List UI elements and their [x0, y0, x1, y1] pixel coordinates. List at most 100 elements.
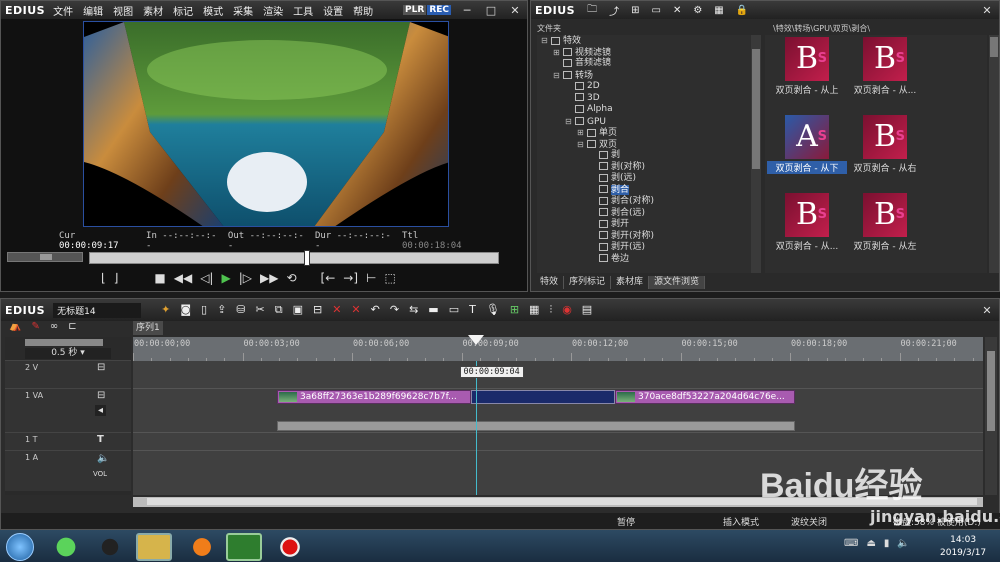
time-ruler[interactable]: 00:00:00;00 00:00:03;00 00:00:06;00 00:00:0… — [133, 335, 992, 361]
tree-item[interactable]: ⊞ 视频滤镜 — [537, 47, 751, 59]
sequence-tab[interactable]: 序列1 — [133, 321, 163, 335]
tree-item[interactable]: 卷边 — [537, 254, 751, 266]
insert-icon[interactable]: [← — [321, 271, 336, 285]
firefox-icon[interactable] — [184, 533, 220, 561]
tree-item[interactable]: 剥 — [537, 150, 751, 162]
grid-icon[interactable]: ▦ — [529, 303, 539, 317]
effect-item[interactable]: B S 双页剥合 - 从右 — [845, 115, 925, 174]
tree-item[interactable]: 2D — [537, 81, 751, 93]
tree-item[interactable]: 剥合(对称) — [537, 196, 751, 208]
cut-icon[interactable]: ✕ — [673, 5, 681, 16]
tree-item[interactable]: 3D — [537, 93, 751, 105]
loop-icon[interactable]: ⟲ — [286, 271, 296, 285]
copy-icon[interactable]: ⧉ — [275, 303, 283, 317]
output-icon[interactable]: ⬚ — [384, 271, 395, 285]
browser-icon[interactable] — [48, 533, 84, 561]
split-icon[interactable]: ⊢ — [366, 271, 376, 285]
qq-icon[interactable] — [92, 533, 128, 561]
delete-icon[interactable]: ✕ — [332, 303, 341, 317]
paste-icon[interactable]: ▣ — [293, 303, 303, 317]
tree-item[interactable]: 剥合(远) — [537, 208, 751, 220]
step-back-icon[interactable]: ◁| — [200, 271, 213, 285]
start-button[interactable] — [6, 533, 34, 561]
rec-button[interactable]: REC — [427, 5, 451, 15]
render-icon[interactable]: ⊞ — [510, 303, 519, 317]
mixer-icon[interactable]: ⫶ — [549, 303, 552, 317]
trim-icon[interactable]: ⇆ — [409, 303, 418, 317]
track-1t[interactable]: 1 T T — [5, 433, 131, 451]
expand-icon[interactable]: ⊞ — [577, 127, 585, 139]
menu-item[interactable]: 帮助 — [353, 7, 373, 18]
menu-item[interactable]: 采集 — [233, 7, 253, 18]
save-icon[interactable]: ⛁ — [236, 303, 245, 317]
explorer-icon[interactable] — [136, 533, 172, 561]
lane-1va[interactable]: 3a68ff27363e1b289f69628c7b7f... 370ace8d… — [133, 389, 983, 433]
menu-item[interactable]: 编辑 — [83, 7, 103, 18]
effect-item[interactable]: A S 双页剥合 - 从下 — [767, 115, 847, 174]
transition-icon[interactable]: ▬ — [428, 303, 438, 317]
lane-2v[interactable] — [133, 361, 983, 389]
tree-item[interactable]: 剥(远) — [537, 173, 751, 185]
tree-item[interactable]: ⊟ 双页 — [537, 139, 751, 151]
effect-item[interactable]: B S 双页剥合 - 从... — [845, 37, 925, 96]
lane-1t[interactable] — [133, 433, 983, 451]
network-icon[interactable]: ▮ — [884, 538, 890, 549]
tree-item[interactable]: ⊟ 转场 — [537, 70, 751, 82]
add-clip-icon[interactable]: ⊞ — [631, 5, 639, 16]
transition-clip[interactable] — [471, 390, 615, 404]
scrub-bar[interactable] — [89, 250, 499, 266]
folder-icon[interactable]: 🗀 — [587, 2, 597, 19]
tree-scrollbar[interactable] — [751, 35, 761, 273]
tree-item[interactable]: 剥开(对称) — [537, 231, 751, 243]
menu-item[interactable]: 模式 — [203, 7, 223, 18]
tree-item[interactable]: 剥合 — [537, 184, 751, 197]
menu-item[interactable]: 视图 — [113, 7, 133, 18]
tree-item[interactable]: 剥开 — [537, 219, 751, 231]
tree-item[interactable]: 音频滤镜 — [537, 58, 751, 70]
tree-item[interactable]: ⊟ GPU — [537, 116, 751, 128]
maximize-icon[interactable]: □ — [483, 3, 499, 17]
new-project-icon[interactable]: ▯ — [201, 303, 207, 317]
effect-item[interactable]: B S 双页剥合 - 从左 — [845, 193, 925, 252]
menu-item[interactable]: 标记 — [173, 7, 193, 18]
zoom-select[interactable]: 0.5 秒 ▾ — [25, 348, 111, 359]
open-icon[interactable]: ⇪ — [217, 303, 226, 317]
menu-item[interactable]: 渲染 — [263, 7, 283, 18]
redo-icon[interactable]: ↷ — [390, 303, 399, 317]
timeline-cursor[interactable] — [475, 361, 477, 495]
properties-icon[interactable]: ⚙ — [693, 5, 702, 16]
clock[interactable]: 14:03 2019/3/17 — [940, 534, 986, 560]
sync-icon[interactable]: ✎ — [31, 321, 39, 335]
plr-button[interactable]: PLR — [403, 5, 427, 15]
video-clip[interactable]: 370ace8df53227a204d64c76e... — [615, 390, 795, 404]
menu-item[interactable]: 素材 — [143, 7, 163, 18]
bin-tab[interactable]: 源文件浏览 — [649, 276, 706, 289]
menu-item[interactable]: 设置 — [323, 7, 343, 18]
view-icon[interactable]: ▦ — [714, 5, 723, 16]
collapse-icon[interactable]: ⊟ — [565, 116, 573, 128]
ruler-playhead[interactable] — [467, 335, 484, 345]
stop-icon[interactable]: ■ — [154, 271, 165, 285]
effect-item[interactable]: B S 双页剥合 - 从... — [767, 193, 847, 252]
title-icon[interactable]: T — [469, 303, 476, 317]
rewind-icon[interactable]: ◀◀ — [174, 271, 192, 285]
menu-item[interactable]: 工具 — [293, 7, 313, 18]
undo-icon[interactable]: ↶ — [371, 303, 380, 317]
edius-task-icon[interactable] — [226, 533, 262, 561]
overwrite-icon[interactable]: →] — [343, 271, 358, 285]
magic-icon[interactable]: ✦ — [161, 303, 170, 317]
collapse-icon[interactable]: ⊟ — [553, 70, 561, 82]
keyboard-icon[interactable]: ⌨ — [844, 538, 858, 549]
expand-icon[interactable]: ⊞ — [553, 47, 561, 59]
menu-item[interactable]: 文件 — [53, 7, 73, 18]
record-icon[interactable]: ◉ — [562, 303, 572, 317]
set-out-icon[interactable]: ⌋ — [114, 271, 119, 285]
camera-icon[interactable]: ◙ — [180, 303, 191, 317]
speaker-icon[interactable]: 🔈 — [97, 453, 109, 464]
fast-forward-icon[interactable]: ▶▶ — [260, 271, 278, 285]
marker-icon[interactable]: ▭ — [449, 303, 459, 317]
ripple-delete-icon[interactable]: ✕ — [351, 303, 360, 317]
tree-item[interactable]: ⊞ 单页 — [537, 127, 751, 139]
usb-icon[interactable]: ⏏ — [866, 538, 875, 549]
collapse-icon[interactable]: ⊟ — [541, 35, 549, 47]
